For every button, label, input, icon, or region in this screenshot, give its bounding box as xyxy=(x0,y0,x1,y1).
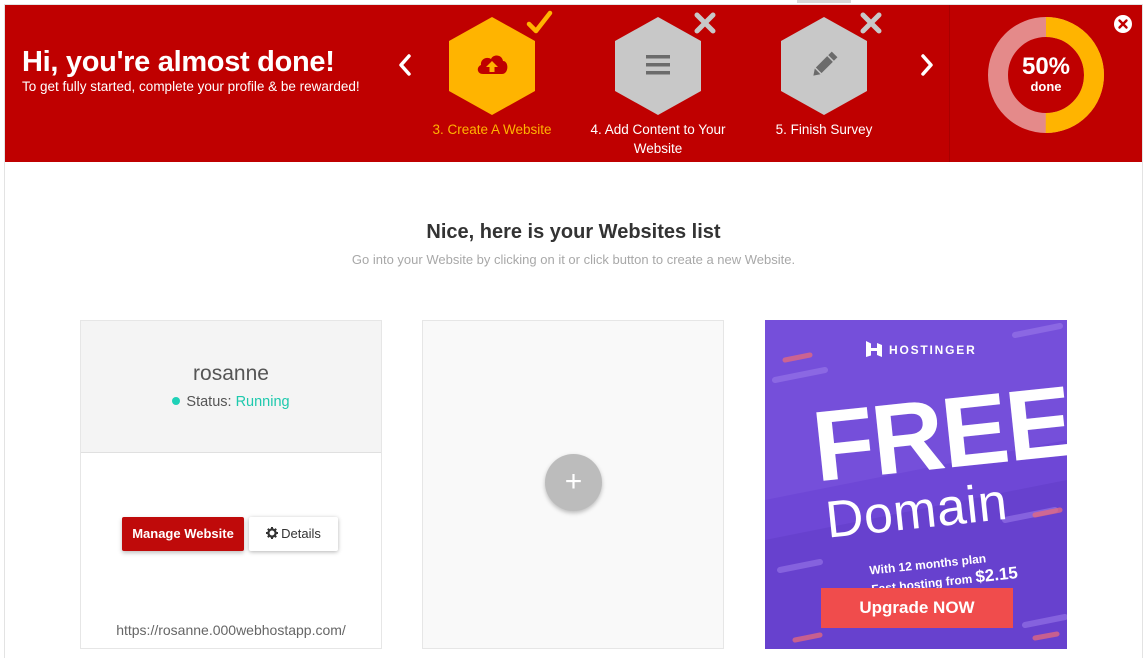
chevron-right-icon xyxy=(921,54,933,76)
step-hexagon xyxy=(613,12,716,117)
website-name: rosanne xyxy=(193,362,269,385)
hostinger-ad-banner[interactable]: HOSTINGER FREE Domain With 12 months pla… xyxy=(765,320,1067,649)
progress-panel: 50% done xyxy=(949,5,1142,162)
page-title: Nice, here is your Websites list xyxy=(426,221,721,243)
hostinger-logo-icon xyxy=(866,341,882,357)
status-label: Status: xyxy=(186,394,232,410)
ad-brand: HOSTINGER xyxy=(889,343,977,357)
banner-subtitle: To get fully started, complete your prof… xyxy=(22,79,360,94)
step-hexagon xyxy=(447,10,553,117)
cloud-upload-icon xyxy=(477,55,508,74)
status-dot-icon xyxy=(172,397,181,405)
step-label: 4. Add Content to Your Website xyxy=(590,122,726,156)
list-icon xyxy=(646,55,670,75)
progress-percent: 50% xyxy=(1021,53,1071,80)
gear-icon xyxy=(266,527,279,539)
close-icon xyxy=(1114,15,1132,33)
step-hexagon xyxy=(779,12,882,117)
progress-done-label: done xyxy=(1030,79,1062,94)
step-create-website[interactable]: 3. Create A Website xyxy=(407,10,577,139)
website-url[interactable]: https://rosanne.000webhostapp.com/ xyxy=(81,622,381,638)
website-card[interactable]: rosanne Status: Running Manage Website De… xyxy=(80,320,382,649)
ad-price: $2.15 xyxy=(974,563,1019,587)
step-label: 5. Finish Survey xyxy=(775,122,873,137)
details-button[interactable]: Details xyxy=(249,517,338,551)
status-value: Running xyxy=(235,394,290,410)
checkmark-icon xyxy=(526,10,553,34)
manage-website-button[interactable]: Manage Website xyxy=(122,517,244,551)
add-website-button[interactable]: + xyxy=(545,454,602,511)
website-actions: Manage Website Details xyxy=(122,517,338,551)
website-card-header[interactable]: rosanne Status: Running xyxy=(81,321,381,453)
next-step-arrow[interactable] xyxy=(916,51,938,79)
progress-text: 50% done xyxy=(987,54,1105,94)
ad-headline: FREE xyxy=(807,364,1067,504)
pencil-icon xyxy=(813,51,838,76)
page-subtitle: Go into your Website by clicking on it o… xyxy=(351,252,796,267)
onboarding-banner: Hi, you're almost done! To get fully sta… xyxy=(5,5,1142,162)
websites-heading: Nice, here is your Websites list Go into… xyxy=(0,220,1147,267)
upgrade-now-button[interactable]: Upgrade NOW xyxy=(821,588,1013,628)
create-website-card[interactable]: + xyxy=(422,320,724,649)
details-label: Details xyxy=(281,526,321,541)
banner-title: Hi, you're almost done! xyxy=(22,46,335,78)
website-status: Status: Running xyxy=(81,394,381,410)
cross-icon xyxy=(694,12,716,34)
banner-greeting: Hi, you're almost done! To get fully sta… xyxy=(22,45,360,95)
step-finish-survey[interactable]: 5. Finish Survey xyxy=(739,12,909,139)
step-add-content[interactable]: 4. Add Content to Your Website xyxy=(573,12,743,158)
cross-icon xyxy=(860,12,882,34)
step-label: 3. Create A Website xyxy=(432,122,552,137)
close-banner-button[interactable] xyxy=(1113,14,1133,34)
top-scroll-indicator xyxy=(797,0,851,3)
